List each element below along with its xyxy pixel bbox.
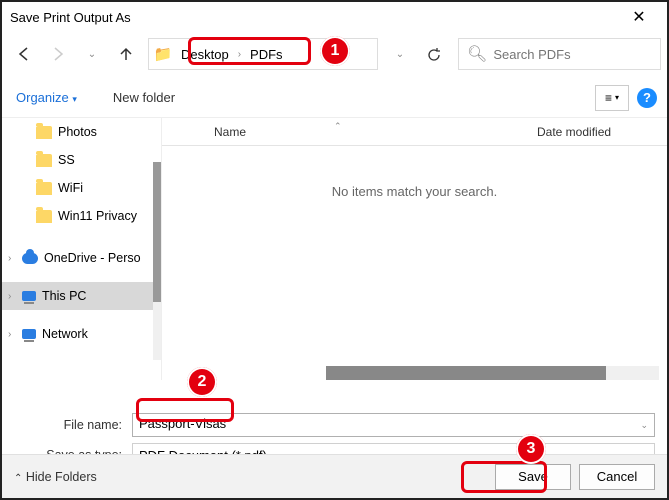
- tree-label: OneDrive - Perso: [44, 251, 141, 265]
- folder-icon: [36, 154, 52, 167]
- tree-this-pc[interactable]: › This PC: [2, 282, 161, 310]
- hide-folders-button[interactable]: ⌃ Hide Folders: [14, 470, 97, 484]
- footer: ⌃ Hide Folders Save Cancel: [2, 454, 667, 498]
- filename-input[interactable]: Passport-Visas ⌄: [132, 413, 655, 437]
- help-button[interactable]: ?: [637, 88, 657, 108]
- chevron-right-icon[interactable]: ›: [8, 291, 11, 302]
- col-name[interactable]: Name⌃: [204, 125, 527, 139]
- refresh-icon: [427, 47, 442, 62]
- arrow-up-icon: [118, 46, 134, 62]
- chevron-up-icon: ⌃: [14, 473, 22, 484]
- chevron-down-icon[interactable]: ⌄: [640, 420, 648, 431]
- titlebar: Save Print Output As ✕: [2, 2, 667, 30]
- scrollbar-thumb[interactable]: [153, 162, 161, 302]
- annotation-2: 2: [187, 367, 217, 397]
- sort-indicator: ⌃: [334, 121, 342, 132]
- search-input[interactable]: [493, 47, 652, 62]
- close-button[interactable]: ✕: [619, 7, 659, 27]
- back-button[interactable]: [8, 38, 40, 70]
- cancel-button[interactable]: Cancel: [579, 464, 655, 490]
- breadcrumb-part[interactable]: PDFs: [246, 39, 287, 69]
- list-icon: ≡: [605, 91, 612, 105]
- chevron-down-icon: ▾: [72, 94, 77, 104]
- organize-menu[interactable]: Organize ▾: [12, 84, 81, 111]
- tree-label: SS: [58, 153, 75, 167]
- folder-icon: [36, 210, 52, 223]
- arrow-right-icon: [50, 46, 66, 62]
- cloud-icon: [22, 253, 38, 264]
- chevron-right-icon[interactable]: ›: [8, 253, 11, 264]
- save-button[interactable]: Save: [495, 464, 571, 490]
- chevron-down-icon: ⌄: [396, 49, 404, 60]
- empty-message: No items match your search.: [162, 184, 667, 199]
- tree-item[interactable]: Photos: [2, 118, 161, 146]
- chevron-right-icon: ›: [233, 49, 246, 60]
- search-box[interactable]: 🔍︎: [458, 38, 661, 70]
- folder-icon: 📁: [149, 45, 177, 63]
- address-dropdown[interactable]: ⌄: [384, 38, 416, 70]
- toolbar: Organize ▾ New folder ≡ ▾ ?: [2, 78, 667, 118]
- tree-label: WiFi: [58, 181, 83, 195]
- annotation-3: 3: [516, 434, 546, 464]
- chevron-down-icon: ▾: [615, 93, 619, 102]
- scrollbar-thumb[interactable]: [326, 366, 606, 380]
- annotation-1: 1: [320, 36, 350, 66]
- view-button[interactable]: ≡ ▾: [595, 85, 629, 111]
- arrow-left-icon: [16, 46, 32, 62]
- filename-value: Passport-Visas: [139, 416, 226, 431]
- tree-label: This PC: [42, 289, 86, 303]
- filename-label: File name:: [14, 418, 132, 432]
- tree-item[interactable]: Win11 Privacy: [2, 202, 161, 230]
- up-button[interactable]: [110, 38, 142, 70]
- tree-label: Win11 Privacy: [58, 209, 137, 223]
- chevron-right-icon[interactable]: ›: [8, 329, 11, 340]
- recent-dropdown[interactable]: ⌄: [76, 38, 108, 70]
- tree-network[interactable]: › Network: [2, 320, 161, 348]
- nav-row: ⌄ 📁 Desktop › PDFs 1 ⌄ 🔍︎: [2, 30, 667, 78]
- window-title: Save Print Output As: [10, 10, 131, 25]
- chevron-down-icon: ⌄: [88, 49, 96, 60]
- network-icon: [22, 329, 36, 339]
- breadcrumb-part[interactable]: Desktop: [177, 39, 233, 69]
- folder-icon: [36, 126, 52, 139]
- list-hscroll[interactable]: [326, 366, 659, 380]
- refresh-button[interactable]: [418, 38, 450, 70]
- filename-row: File name: Passport-Visas ⌄: [2, 410, 667, 440]
- col-date[interactable]: Date modified: [527, 125, 667, 139]
- folder-icon: [36, 182, 52, 195]
- search-icon: 🔍︎: [467, 44, 487, 64]
- monitor-icon: [22, 291, 36, 301]
- tree-onedrive[interactable]: › OneDrive - Perso: [2, 244, 161, 272]
- tree-scrollbar[interactable]: [153, 162, 161, 360]
- forward-button[interactable]: [42, 38, 74, 70]
- body: Photos SS WiFi Win11 Privacy › OneDrive …: [2, 118, 667, 380]
- list-header: Name⌃ Date modified: [162, 118, 667, 146]
- tree-label: Network: [42, 327, 88, 341]
- tree-item[interactable]: WiFi: [2, 174, 161, 202]
- tree-item[interactable]: SS: [2, 146, 161, 174]
- tree-label: Photos: [58, 125, 97, 139]
- file-list: Name⌃ Date modified No items match your …: [162, 118, 667, 380]
- nav-tree: Photos SS WiFi Win11 Privacy › OneDrive …: [2, 118, 162, 380]
- new-folder-button[interactable]: New folder: [109, 84, 179, 111]
